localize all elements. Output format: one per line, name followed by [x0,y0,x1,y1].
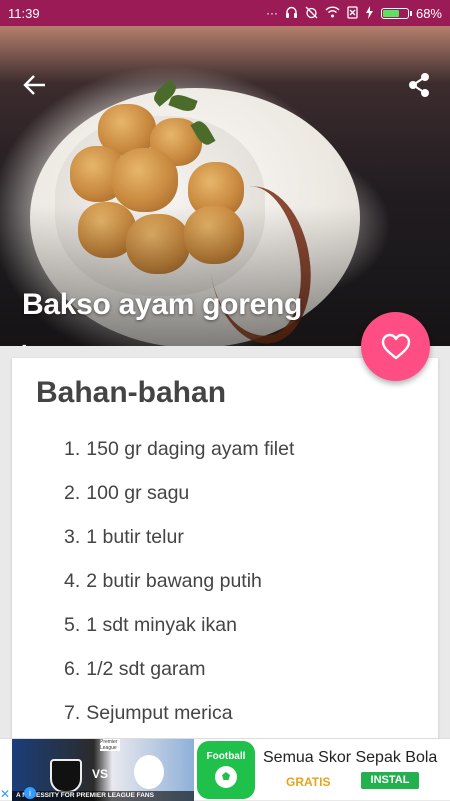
dots-icon: ··· [265,6,278,20]
headset-icon [285,6,298,21]
info-icon[interactable]: i [24,787,36,799]
club-crest-icon [134,755,164,789]
ingredients-heading: Bahan-bahan [36,376,227,409]
ingredient-number: 3. [64,526,81,548]
recipe-hero-image: Bakso ayam goreng - [0,26,450,346]
ingredient-text: 2 butir bawang putih [86,570,262,592]
meatball-image [112,148,178,212]
ingredient-item: 6. 1/2 sdt garam [64,658,294,702]
ingredient-number: 1. [64,438,81,460]
battery-percent: 68% [415,5,442,21]
ad-free-label: GRATIS [286,775,331,789]
league-badge: Premier League [100,739,120,751]
heart-outline-icon [381,333,410,359]
ingredient-number: 2. [64,482,81,504]
ingredients-list: 1. 150 gr daging ayam filet 2. 100 gr sagu… [64,438,294,746]
ingredient-number: 4. [64,570,81,592]
ingredient-text: 1 butir telur [86,526,184,548]
install-button[interactable]: INSTAL [361,772,419,789]
share-button[interactable] [404,70,434,100]
ingredient-text: 1/2 sdt garam [86,658,206,680]
club-crest-icon [50,759,82,793]
ingredient-item: 5. 1 sdt minyak ikan [64,614,294,658]
ad-banner[interactable]: Premier League VS A NECESSITY FOR PREMIE… [0,738,450,801]
ingredient-number: 7. [64,702,81,724]
status-bar: 11:39 ··· 68% [0,0,450,26]
recipe-subtitle: - [22,336,27,346]
back-button[interactable] [20,70,50,100]
ingredient-text: Sejumput merica [86,702,233,724]
ad-vs-text: VS [92,767,109,781]
ingredient-item: 1. 150 gr daging ayam filet [64,438,294,482]
arrow-left-icon [23,75,45,95]
share-icon [409,73,429,97]
ingredient-text: 100 gr sagu [86,482,190,504]
favorite-button[interactable] [361,312,430,381]
wifi-icon [325,6,340,20]
ingredient-item: 4. 2 butir bawang putih [64,570,294,614]
battery-fill [382,9,399,17]
sim-off-icon [347,5,358,21]
ingredient-item: 3. 1 butir telur [64,526,294,570]
close-icon[interactable]: ✕ [0,787,12,801]
alarm-off-icon [305,6,318,21]
battery-icon [380,7,412,19]
ingredient-text: 150 gr daging ayam filet [86,438,295,460]
recipe-title: Bakso ayam goreng [22,288,303,321]
ingredient-item: 2. 100 gr sagu [64,482,294,526]
ad-title[interactable]: Semua Skor Sepak Bola [263,749,437,767]
ad-logo-label: Football [206,750,246,762]
ingredient-text: 1 sdt minyak ikan [86,614,237,636]
charging-icon [365,5,374,21]
status-time: 11:39 [8,5,40,21]
ingredient-number: 5. [64,614,81,636]
soccer-ball-icon [215,765,237,788]
ingredients-card: Bahan-bahan 1. 150 gr daging ayam filet 2… [12,358,438,758]
ingredient-number: 6. [64,658,81,680]
status-icons: ··· 68% [265,5,442,21]
ad-app-logo[interactable]: Football [197,741,255,799]
ad-image[interactable]: Premier League VS A NECESSITY FOR PREMIE… [12,739,194,801]
